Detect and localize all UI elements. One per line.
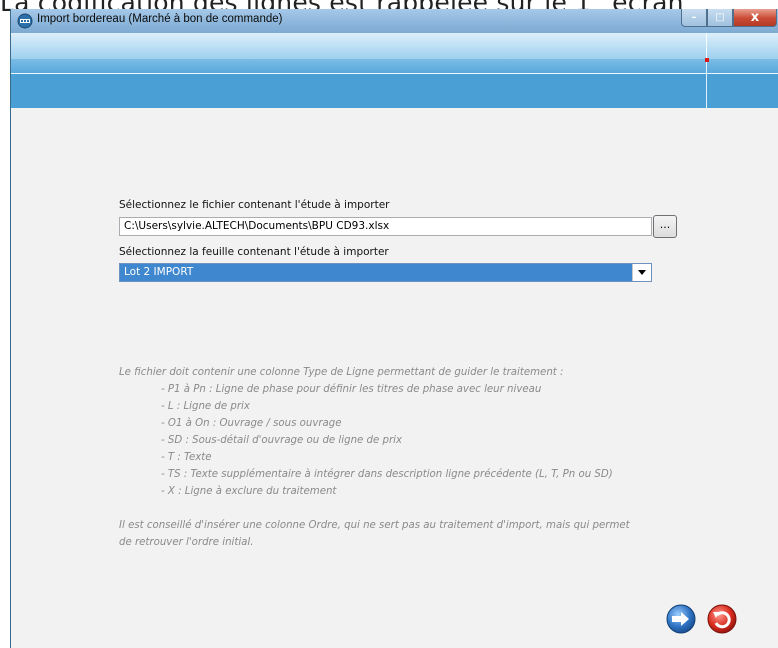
info-intro: Le fichier doit contenir une colonne Typ… (119, 367, 564, 378)
info-item: - SD : Sous-détail d'ouvrage ou de ligne… (161, 435, 403, 446)
info-item: - O1 à On : Ouvrage / sous ouvrage (161, 418, 342, 429)
sheet-select[interactable]: Lot 2 IMPORT (119, 263, 652, 282)
info-note-line2: de retrouver l'ordre initial. (119, 537, 254, 548)
banner-vertical-line (706, 33, 707, 108)
app-icon (17, 13, 33, 29)
banner-divider (11, 73, 778, 74)
file-path-input[interactable]: C:\Users\sylvie.ALTECH\Documents\BPU CD9… (119, 217, 652, 236)
info-note-line1: Il est conseillé d'insérer une colonne O… (119, 520, 630, 531)
file-label: Sélectionnez le fichier contenant l'étud… (119, 199, 390, 211)
dropdown-arrow-button[interactable] (632, 264, 651, 281)
info-item: - TS : Texte supplémentaire à intégrer d… (161, 469, 613, 480)
banner-marker (705, 58, 709, 62)
minimize-button[interactable]: – (681, 9, 707, 27)
next-button[interactable] (666, 604, 696, 634)
info-item: - P1 à Pn : Ligne de phase pour définir … (161, 384, 542, 395)
window-title: Import bordereau (Marché à bon de comman… (37, 13, 283, 25)
info-item: - X : Ligne à exclure du traitement (161, 486, 337, 497)
maximize-button[interactable]: □ (707, 9, 733, 27)
banner-glow (11, 33, 778, 59)
sheet-select-value: Lot 2 IMPORT (124, 266, 194, 278)
close-icon: x (750, 10, 760, 25)
content-area (11, 108, 778, 648)
cancel-button[interactable] (707, 604, 737, 634)
info-item: - L : Ligne de prix (161, 401, 250, 412)
window-controls: – □ x (681, 9, 777, 28)
minimize-icon: – (691, 12, 697, 23)
info-item: - T : Texte (161, 452, 212, 463)
maximize-icon: □ (715, 12, 725, 23)
banner-band (11, 59, 778, 73)
close-button[interactable]: x (733, 9, 777, 27)
import-window: Import bordereau (Marché à bon de comman… (10, 9, 778, 648)
header-banner (11, 33, 778, 108)
sheet-label: Sélectionnez la feuille contenant l'étud… (119, 246, 389, 258)
chevron-down-icon (638, 270, 646, 275)
browse-button[interactable]: ... (653, 215, 677, 238)
title-bar[interactable]: Import bordereau (Marché à bon de comman… (11, 9, 778, 33)
